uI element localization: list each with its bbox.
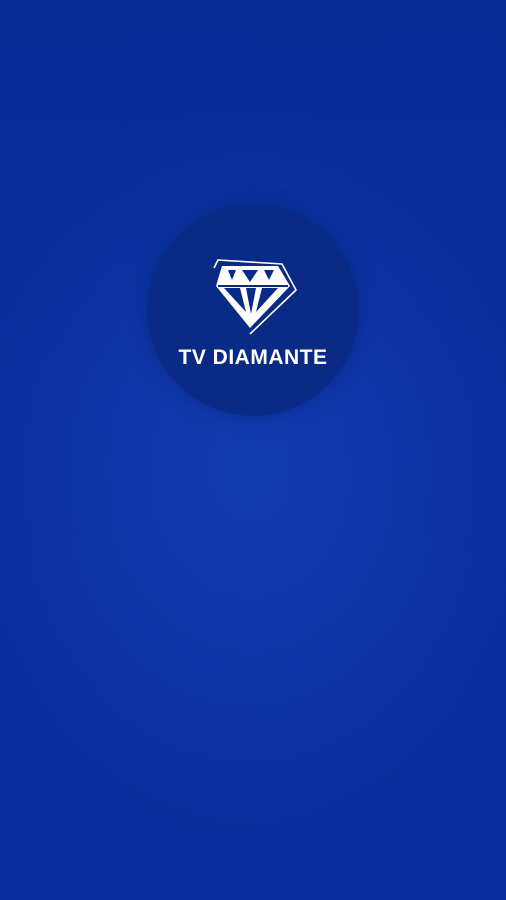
diamond-icon <box>213 259 297 335</box>
splash-screen: TV DIAMANTE <box>0 0 506 900</box>
brand-name: TV DIAMANTE <box>178 346 328 369</box>
